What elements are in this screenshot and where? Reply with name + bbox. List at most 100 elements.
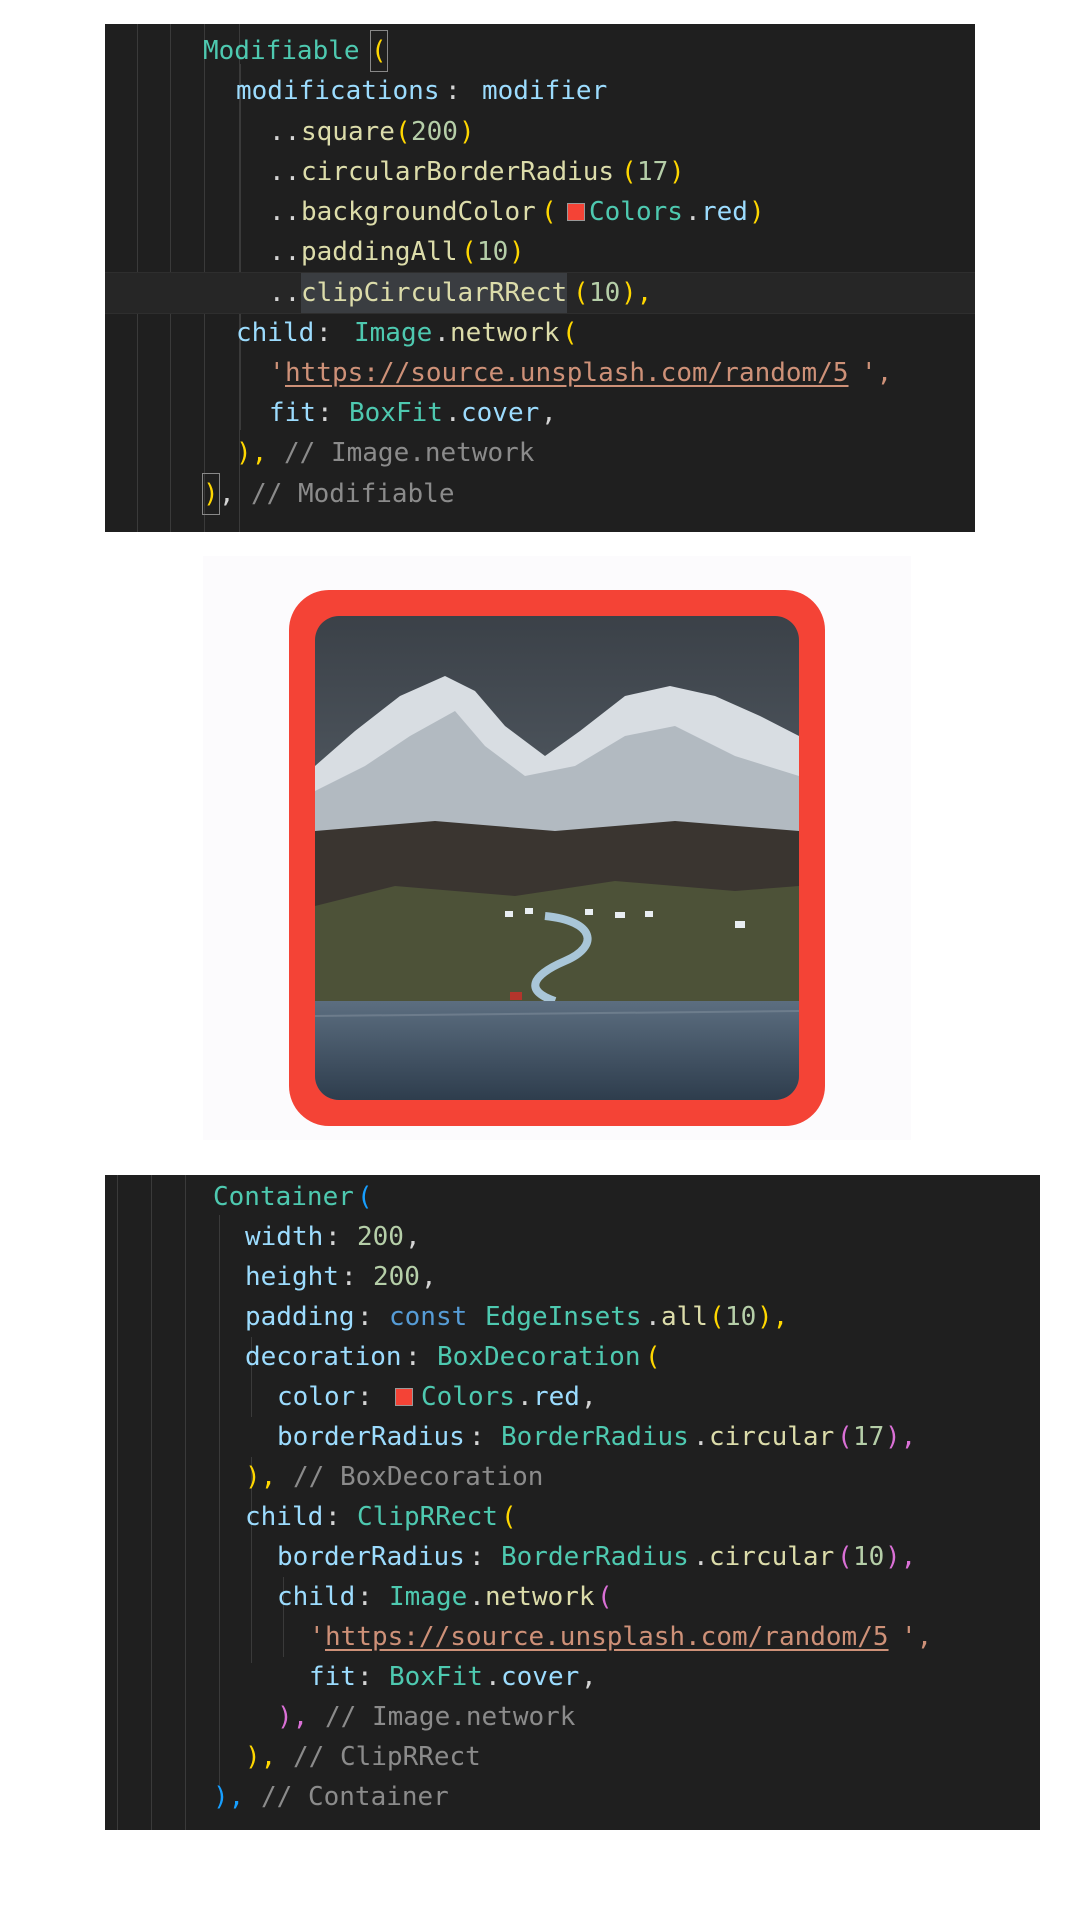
code-line: ), // ClipRRect bbox=[105, 1737, 1040, 1777]
code-token: BoxDecoration bbox=[437, 1342, 641, 1372]
code-token: network bbox=[450, 318, 560, 348]
code-token: : bbox=[445, 76, 477, 106]
code-token: ) bbox=[509, 237, 525, 267]
url-link[interactable]: https://source.unsplash.com/random/5 bbox=[325, 1617, 889, 1657]
code-token: child bbox=[277, 1582, 356, 1612]
code-line: ), // Image.network bbox=[105, 433, 975, 473]
code-token: : bbox=[469, 1542, 501, 1572]
code-token: ( bbox=[541, 197, 557, 227]
code-line: ' https://source.unsplash.com/random/5 '… bbox=[105, 353, 975, 393]
code-line: ), // Container bbox=[105, 1777, 1040, 1817]
code-token: : bbox=[469, 1422, 501, 1452]
code-token: height bbox=[245, 1262, 339, 1292]
code-token: circular bbox=[709, 1422, 835, 1452]
code-line: fit : BoxFit . cover , bbox=[105, 1657, 1040, 1697]
color-swatch-icon[interactable] bbox=[395, 1388, 413, 1406]
code-token: , bbox=[405, 1222, 421, 1252]
code-token: borderRadius bbox=[277, 1542, 465, 1572]
top-code-editor[interactable]: Modifiable ( modifications : modifier ..… bbox=[105, 24, 975, 532]
code-token: ), bbox=[621, 278, 653, 308]
code-token: ( bbox=[837, 1422, 853, 1452]
code-token: , bbox=[541, 398, 557, 428]
code-token: Container bbox=[213, 1182, 354, 1212]
code-line: ' https://source.unsplash.com/random/5 '… bbox=[105, 1617, 1040, 1657]
code-line: ), // BoxDecoration bbox=[105, 1457, 1040, 1497]
code-token-selected: clipCircularRRect bbox=[301, 273, 568, 313]
code-token: Colors bbox=[421, 1382, 515, 1412]
code-token: BorderRadius bbox=[501, 1422, 689, 1452]
code-token: ( bbox=[621, 157, 637, 187]
url-link[interactable]: https://source.unsplash.com/random/5 bbox=[285, 353, 849, 393]
code-line: .. paddingAll ( 10 ) bbox=[105, 232, 975, 272]
code-token: cover bbox=[461, 398, 540, 428]
code-token: ', bbox=[861, 358, 893, 388]
code-token: Modifiable bbox=[203, 36, 360, 66]
code-token: borderRadius bbox=[277, 1422, 465, 1452]
code-token: . bbox=[645, 1302, 661, 1332]
code-comment: // ClipRRect bbox=[293, 1742, 481, 1772]
code-token: ', bbox=[901, 1622, 933, 1652]
code-comment: // BoxDecoration bbox=[293, 1462, 544, 1492]
code-token: 10 bbox=[589, 278, 621, 308]
code-token: ( bbox=[709, 1302, 725, 1332]
code-token: ) bbox=[202, 473, 220, 515]
code-token: const bbox=[389, 1302, 468, 1332]
code-token: EdgeInsets bbox=[485, 1302, 642, 1332]
code-line: width : 200 , bbox=[105, 1217, 1040, 1257]
code-line: .. backgroundColor ( Colors . red ) bbox=[105, 192, 975, 232]
code-line: ), // Image.network bbox=[105, 1697, 1040, 1737]
code-token: ) bbox=[749, 197, 765, 227]
code-token: : bbox=[317, 398, 349, 428]
code-line-active: .. clipCircularRRect ( 10 ), bbox=[105, 272, 975, 314]
code-token: ), bbox=[213, 1782, 260, 1812]
code-token: ( bbox=[562, 318, 578, 348]
code-token: backgroundColor bbox=[301, 197, 536, 227]
color-swatch-icon[interactable] bbox=[567, 203, 585, 221]
code-line: color : Colors . red , bbox=[105, 1377, 1040, 1417]
code-token: . bbox=[517, 1382, 533, 1412]
code-token: circular bbox=[709, 1542, 835, 1572]
code-token: ), bbox=[277, 1702, 324, 1732]
code-token: paddingAll bbox=[301, 237, 458, 267]
code-line: Container ( bbox=[105, 1177, 1040, 1217]
code-token: : bbox=[325, 1222, 357, 1252]
code-line: child : Image . network ( bbox=[105, 313, 975, 353]
code-line: padding : const EdgeInsets . all ( 10 ), bbox=[105, 1297, 1040, 1337]
code-token: ), bbox=[245, 1742, 292, 1772]
code-token: ' bbox=[309, 1622, 325, 1652]
code-token: , bbox=[581, 1382, 597, 1412]
code-line: height : 200 , bbox=[105, 1257, 1040, 1297]
bottom-code-editor[interactable]: Container ( width : 200 , height : 200 ,… bbox=[105, 1175, 1040, 1830]
code-line: borderRadius : BorderRadius . circular (… bbox=[105, 1537, 1040, 1577]
code-token: : bbox=[357, 1382, 389, 1412]
code-token: network bbox=[485, 1582, 595, 1612]
code-comment: // Image.network bbox=[284, 438, 535, 468]
code-token: , bbox=[219, 479, 251, 509]
code-token: ), bbox=[885, 1422, 917, 1452]
code-token: , bbox=[421, 1262, 437, 1292]
code-token: ), bbox=[885, 1542, 917, 1572]
code-token: modifier bbox=[482, 76, 608, 106]
code-token: 17 bbox=[853, 1422, 885, 1452]
code-line: child : ClipRRect ( bbox=[105, 1497, 1040, 1537]
code-token: decoration bbox=[245, 1342, 402, 1372]
code-token: . bbox=[469, 1582, 485, 1612]
code-token: : bbox=[357, 1302, 389, 1332]
code-token: : bbox=[316, 318, 348, 348]
code-token: ), bbox=[236, 438, 283, 468]
code-token: child bbox=[236, 318, 315, 348]
code-line: modifications : modifier bbox=[105, 71, 975, 111]
code-token: circularBorderRadius bbox=[301, 157, 615, 187]
code-token: ( bbox=[837, 1542, 853, 1572]
code-line: borderRadius : BorderRadius . circular (… bbox=[105, 1417, 1040, 1457]
code-token: .. bbox=[269, 197, 301, 227]
code-token: ( bbox=[357, 1182, 373, 1212]
code-line: .. circularBorderRadius ( 17 ) bbox=[105, 152, 975, 192]
code-token: ( bbox=[501, 1502, 517, 1532]
code-token: red bbox=[701, 197, 748, 227]
code-token: ( bbox=[573, 278, 589, 308]
code-token: Image bbox=[389, 1582, 468, 1612]
code-token: modifications bbox=[236, 76, 440, 106]
widget-preview bbox=[203, 556, 911, 1140]
